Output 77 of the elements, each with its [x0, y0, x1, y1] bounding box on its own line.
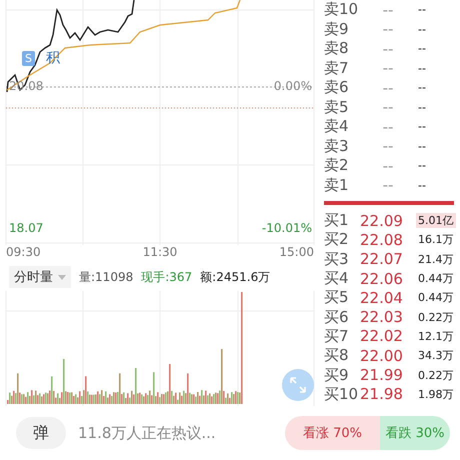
ask-level: 卖9 [324, 20, 350, 39]
ask-price: -- [382, 59, 394, 78]
bid-volume: 16.1万 [417, 232, 454, 248]
bid-volume: 5.01亿 [416, 213, 456, 228]
bid-level: 买5 [324, 288, 350, 308]
bid-price: 22.02 [360, 327, 404, 346]
ask-volume: -- [417, 159, 427, 172]
low-price: 18.07 [9, 221, 44, 235]
ask-volume: -- [417, 100, 427, 114]
ask-price: -- [382, 98, 394, 116]
comment-input[interactable]: 11.8万人正在热议... [78, 424, 273, 442]
ask-level: 卖10 [324, 0, 360, 20]
ask-price: -- [382, 176, 394, 194]
expand-icon[interactable] [282, 369, 314, 401]
signal-badge[interactable]: S [22, 51, 35, 66]
bid-volume: 0.44万 [417, 271, 454, 286]
bid-volume: 0.22万 [417, 310, 454, 325]
ask-volume: -- [417, 81, 427, 94]
bid-volume: 12.1万 [417, 328, 454, 344]
bid-level: 买9 [324, 366, 350, 385]
low-change-percent: -10.01% [262, 221, 312, 235]
bid-level: 买7 [324, 326, 350, 346]
bid-level: 买2 [324, 230, 350, 250]
bid-price: 22.00 [360, 346, 404, 365]
ask-volume: -- [417, 3, 427, 16]
ask-volume: -- [417, 140, 427, 153]
ask-level: 卖5 [324, 98, 350, 117]
ask-price: -- [382, 156, 394, 175]
ask-price: -- [382, 40, 394, 58]
bid-price: 22.07 [360, 250, 404, 268]
bid-price: 22.04 [360, 288, 404, 307]
ask-volume: -- [417, 62, 427, 75]
volume-stat: 现手:367 [141, 268, 192, 286]
bid-price: 21.99 [360, 366, 404, 384]
change-percent: 0.00% [274, 79, 312, 93]
bid-level: 买8 [324, 346, 350, 366]
ask-volume: -- [417, 42, 427, 56]
bid-volume: 34.3万 [417, 348, 454, 364]
volume-stat: 量:11098 [79, 268, 134, 286]
ask-level: 卖7 [324, 58, 350, 78]
ask-price: -- [382, 20, 394, 38]
bid-volume: 21.4万 [417, 252, 454, 267]
time-label: 15:00 [279, 245, 314, 261]
danmaku-button[interactable]: 弹 [16, 417, 66, 449]
ask-level: 卖1 [324, 176, 350, 195]
ask-volume: -- [417, 120, 427, 134]
ask-level: 卖3 [324, 136, 350, 156]
bearish-button[interactable]: 看跌 30% [380, 416, 450, 450]
caret-icon [58, 274, 66, 280]
time-label: 11:30 [142, 245, 178, 261]
bid-volume: 0.22万 [417, 368, 454, 383]
volume-dropdown[interactable]: 分时量 [9, 266, 71, 288]
bid-level: 买10 [324, 384, 360, 404]
volume-stat: 额:2451.6万 [200, 268, 270, 286]
bid-price: 22.09 [360, 212, 404, 230]
ask-level: 卖6 [324, 78, 350, 98]
ask-volume: -- [417, 178, 427, 192]
bid-volume: 0.44万 [417, 290, 454, 306]
bid-price: 22.03 [360, 308, 404, 326]
bid-price: 21.98 [360, 385, 404, 404]
bid-price: 22.08 [360, 230, 404, 249]
ask-price: -- [382, 78, 394, 97]
bid-price: 22.06 [360, 270, 404, 288]
bid-level: 买1 [324, 211, 350, 230]
ask-price: -- [382, 0, 394, 19]
ask-price: -- [382, 137, 394, 156]
time-label: 09:30 [6, 245, 41, 261]
bid-volume: 1.98万 [417, 386, 454, 402]
bid-level: 买3 [324, 250, 350, 269]
ask-level: 卖4 [324, 117, 350, 136]
bullish-button[interactable]: 看涨 70% [285, 416, 380, 450]
ask-volume: -- [417, 22, 427, 36]
bid-level: 买6 [324, 308, 350, 327]
bid-level: 买4 [324, 269, 350, 288]
ask-price: -- [382, 118, 394, 136]
ask-level: 卖8 [324, 39, 350, 58]
ask-level: 卖2 [324, 156, 350, 176]
